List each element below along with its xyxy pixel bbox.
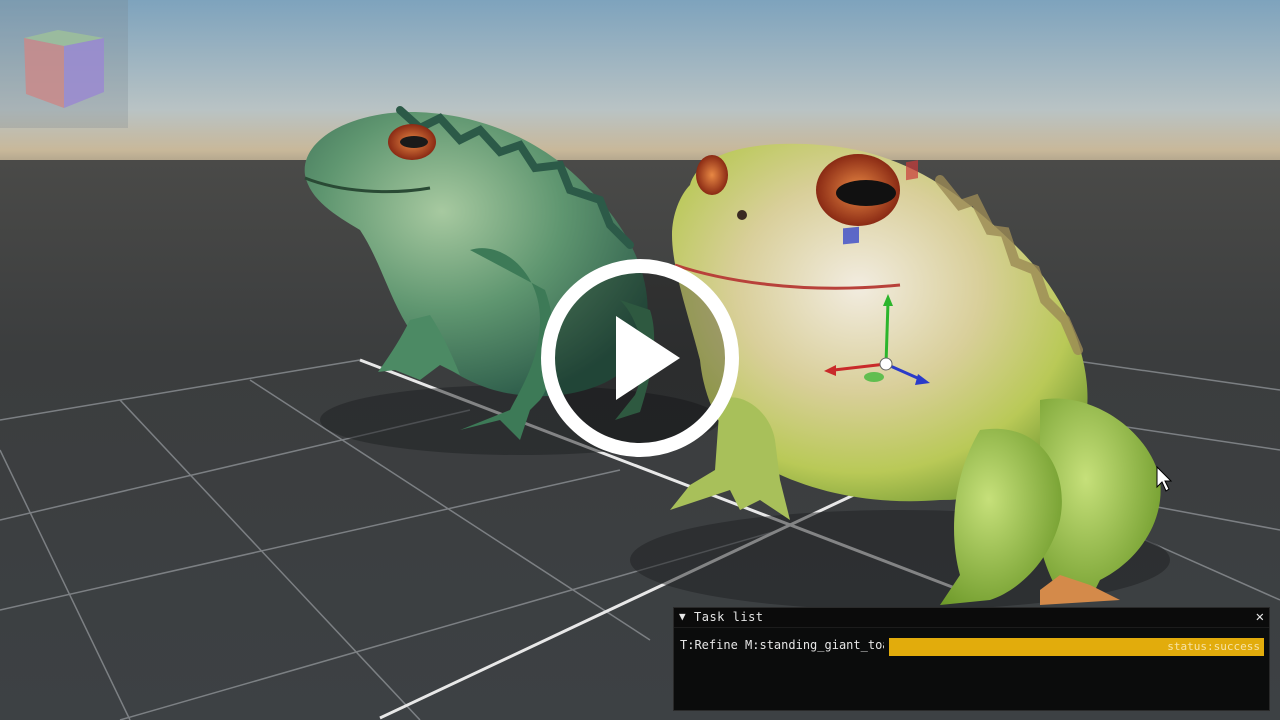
task-progress-bar: status:success xyxy=(889,638,1264,656)
triangle-down-icon[interactable]: ▼ xyxy=(679,610,686,623)
task-status: status:success xyxy=(1167,640,1260,653)
task-list-panel[interactable]: ▼ Task list ✕ T:Refine M:standing_giant_… xyxy=(673,607,1270,711)
play-icon xyxy=(541,259,739,457)
play-button[interactable] xyxy=(540,258,740,458)
cube-icon xyxy=(24,30,104,108)
close-icon[interactable]: ✕ xyxy=(1256,609,1264,625)
nav-cube[interactable] xyxy=(0,0,128,128)
task-list-title: Task list xyxy=(694,610,764,624)
task-list-header[interactable]: ▼ Task list ✕ xyxy=(674,608,1269,628)
task-row: T:Refine M:standing_giant_toa status:suc… xyxy=(680,638,1265,658)
task-label: T:Refine M:standing_giant_toa xyxy=(680,638,884,652)
